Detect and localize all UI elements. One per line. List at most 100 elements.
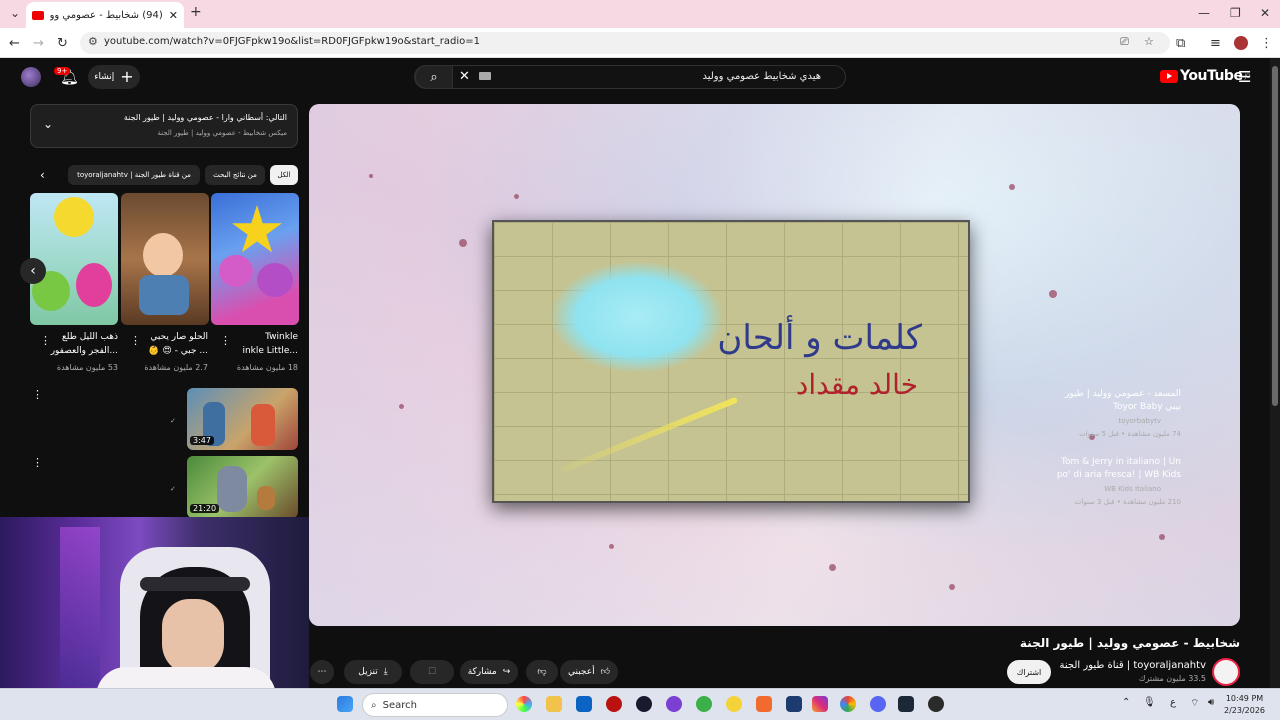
microphone-icon[interactable]: 🎙︎ [1143,697,1156,708]
video-menu-icon[interactable]: ⋮ [32,456,43,469]
back-icon[interactable]: ← [9,36,20,51]
clear-search-icon[interactable]: ✕ [459,69,470,84]
window-close-icon[interactable]: ✕ [1260,6,1270,20]
short-title[interactable]: Twinkle [228,330,298,344]
scrollbar-thumb[interactable] [1272,66,1278,406]
face [162,599,224,675]
instagram-icon[interactable] [812,696,828,712]
app-icon[interactable] [636,696,652,712]
shorts-scroll-left-button[interactable]: ‹ [20,258,46,284]
brave-icon[interactable] [756,696,772,712]
site-info-icon[interactable]: ⚙ [88,35,98,48]
share-button[interactable]: مشاركة ↪ [460,660,518,684]
windows-taskbar: ⌕ Search ⌃ 🎙︎ ع ⌔ 🔊︎ 10:49 PM 2/23/2026 [0,688,1280,720]
address-bar[interactable]: ⚙ youtube.com/watch?v=0FJGFpkw19o&list=R… [80,32,1170,54]
search-button[interactable]: ⌕ [415,65,453,89]
bookmark-star-icon[interactable]: ☆ [1144,35,1154,48]
reload-icon[interactable]: ↻ [57,36,68,51]
more-actions-button[interactable]: ⋯ [310,660,334,684]
chevron-down-icon[interactable]: ⌄ [43,117,53,131]
thumb-figure [251,404,275,446]
youtube-logo[interactable]: YouTube JO [1160,68,1250,84]
video-meta: 74 مليون مشاهدة • قبل 5 سنوات [1079,430,1181,438]
extensions-icon[interactable]: ⧉ [1176,36,1185,51]
app-icon[interactable] [726,696,742,712]
install-app-icon[interactable]: ⎚ [1120,35,1129,49]
browser-tab[interactable]: (94) شخابيط - عصومي ووليد | طيور الجنة ✕ [26,2,184,28]
short-title[interactable]: ...الفجر والعصفور [48,344,118,358]
taskbar-search[interactable]: ⌕ Search [362,693,508,717]
channel-link[interactable]: WB Kids Italiano [1104,485,1161,493]
short-menu-icon[interactable]: ⋮ [130,334,141,347]
video-player[interactable]: كلمات و ألحان خالد مقداد [309,104,1240,626]
short-thumbnail-birds[interactable] [30,193,118,325]
new-tab-icon[interactable]: + [190,4,202,20]
chip-from-channel[interactable]: من قناة طيور الجنة | toyoraljanahtv [68,165,200,185]
discord-icon[interactable] [870,696,886,712]
tab-close-icon[interactable]: ✕ [169,9,178,22]
tab-list-icon[interactable]: ⌄ [10,6,20,20]
profile-avatar[interactable] [1234,36,1248,50]
browser-menu-icon[interactable]: ⋮ [1260,36,1273,51]
dislike-button[interactable]: 👎︎ [526,660,558,684]
tray-overflow-icon[interactable]: ⌃ [1122,697,1130,708]
steam-icon[interactable] [898,696,914,712]
up-next-panel[interactable]: التالي: أسطاني وارا - عصومي ووليد | طيور… [30,104,298,148]
chip-from-search[interactable]: من نتائج البحث [205,165,265,185]
create-button[interactable]: إنشاء + [88,65,140,89]
app-icon[interactable] [666,696,682,712]
volume-icon[interactable]: 🔊︎ [1208,697,1214,708]
short-menu-icon[interactable]: ⋮ [40,334,51,347]
chrome-icon[interactable] [840,696,856,712]
store-icon[interactable] [576,696,592,712]
duration-badge: 21:20 [190,504,220,513]
subscribe-button[interactable]: اشتراك [1007,660,1051,684]
short-title[interactable]: ... جبي - 😍 👶 [138,344,208,358]
short-title[interactable]: ذهب الليل طلع [48,330,118,344]
short-title[interactable]: ...inkle Little [228,344,298,358]
obs-icon[interactable] [928,696,944,712]
file-explorer-icon[interactable] [546,696,562,712]
confetti-dot [514,194,519,199]
like-button[interactable]: أعجبني 👍︎ [560,660,618,684]
taskbar-clock[interactable]: 10:49 PM 2/23/2026 [1224,693,1265,717]
brick-wall-board: كلمات و ألحان خالد مقداد [492,220,970,503]
language-indicator[interactable]: ع [1170,697,1176,708]
plus-icon: + [120,67,134,86]
network-icon[interactable]: ⌔ [1190,697,1199,710]
windows-start-icon[interactable] [337,696,353,712]
channel-avatar[interactable] [1212,658,1240,686]
guide-menu-icon[interactable]: ☰ [1238,68,1251,86]
baby-body [139,275,189,315]
channel-name[interactable]: toyoraljanahtv | قناة طيور الجنة [1060,660,1206,671]
save-button[interactable]: ☐ [410,660,454,684]
video-title-link[interactable]: Tom & Jerry in italiano | Un po' di aria… [1051,456,1181,482]
reading-list-icon[interactable]: ≡ [1210,36,1221,51]
app-icon[interactable] [786,696,802,712]
chevron-left-icon[interactable]: ‹ [40,168,45,182]
keyboard-icon[interactable] [479,72,491,80]
short-menu-icon[interactable]: ⋮ [220,334,231,347]
tab-title: (94) شخابيط - عصومي ووليد | طيور الجنة [50,9,163,21]
confetti-dot [369,174,373,178]
video-title-link[interactable]: المسعد - عصومي ووليد | طيور بيبي Toyor B… [1051,388,1181,414]
like-label: أعجبني [567,667,595,677]
app-icon[interactable] [606,696,622,712]
download-button[interactable]: تنزيل ⤓ [344,660,402,684]
restore-icon[interactable]: ❐ [1230,6,1241,20]
forward-icon[interactable]: → [33,36,44,51]
channel-link[interactable]: toyorbabytv [1118,417,1161,425]
short-thumbnail-baby[interactable] [121,193,209,325]
up-next-title: التالي: أسطاني وارا - عصومي ووليد | طيور… [123,113,287,122]
app-icon[interactable] [696,696,712,712]
confetti-dot [1049,290,1057,298]
video-menu-icon[interactable]: ⋮ [32,388,43,401]
short-thumbnail-twinkle[interactable] [211,193,299,325]
minimize-icon[interactable]: — [1198,6,1210,20]
short-title[interactable]: الحلو صار يحبي [138,330,208,344]
copilot-icon[interactable] [516,696,532,712]
subscriber-count: 33.5 مليون مشترك [1138,674,1206,683]
account-avatar[interactable] [21,67,41,87]
search-input[interactable]: هيدي شخابيط عصومي ووليد [702,71,821,82]
chip-all[interactable]: الكل [270,165,298,185]
